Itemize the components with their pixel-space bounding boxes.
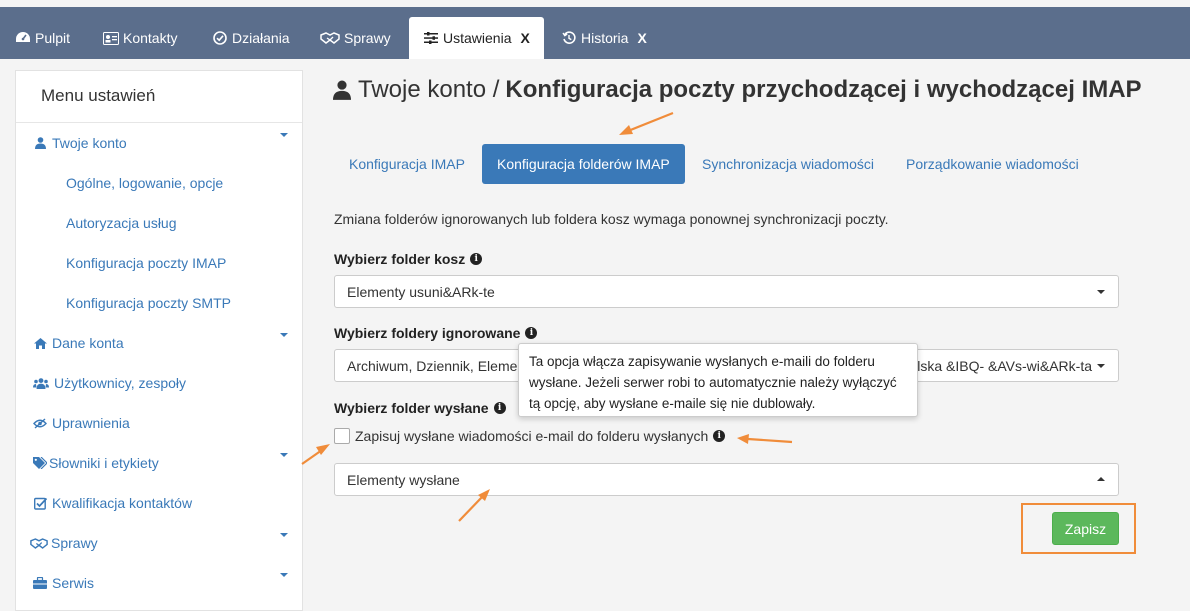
label-text: Wybierz folder kosz [334, 251, 466, 267]
tab-label: Sprawy [344, 30, 391, 46]
sidebar-item-serwis[interactable]: Serwis [16, 563, 303, 603]
tab-synchronizacja-wiadomosci[interactable]: Synchronizacja wiadomości [702, 144, 874, 184]
close-tab-button[interactable]: X [520, 30, 529, 46]
sidebar-item-label: Konfiguracja poczty IMAP [66, 255, 227, 271]
caret-down-icon [1097, 364, 1105, 368]
tab-label: Ustawienia [443, 30, 512, 46]
save-sent-checkbox-label[interactable]: Zapisuj wysłane wiadomości e-mail do fol… [355, 428, 708, 444]
sidebar-item-uprawnienia[interactable]: Uprawnienia [16, 403, 303, 443]
annotation-arrow-tab [619, 111, 674, 135]
handshake-icon [30, 536, 48, 550]
tab-sprawy[interactable]: Sprawy [320, 17, 391, 59]
tab-label: Kontakty [123, 30, 178, 46]
caret-down-icon [1097, 290, 1105, 294]
select-value: Archiwum, Dziennik, Eleme [347, 357, 518, 374]
page-title: Twoje konto / Konfiguracja poczty przych… [333, 76, 1142, 104]
sent-folder-label: Wybierz folder wysłane i [334, 400, 506, 416]
sidebar-item-sprawy[interactable]: Sprawy [16, 523, 303, 563]
tooltip-text: Ta opcja włącza zapisywanie wysłanych e-… [529, 354, 897, 411]
sidebar-item-label: Sprawy [51, 535, 98, 551]
sidebar-item-label: Serwis [52, 575, 95, 591]
user-icon [33, 136, 47, 150]
sent-folder-select[interactable]: Elementy wysłane [334, 463, 1119, 496]
user-icon [333, 80, 351, 100]
tab-porzadkowanie-wiadomosci[interactable]: Porządkowanie wiadomości [906, 144, 1079, 184]
page-title-main: Konfiguracja poczty przychodzącej i wych… [505, 76, 1142, 103]
tab-pulpit[interactable]: Pulpit [15, 17, 70, 59]
users-icon [33, 376, 49, 390]
select-value-tail: olska &IBQ- &AVs-wi&ARk-ta [909, 358, 1092, 374]
caret-up-icon [1097, 477, 1105, 481]
tab-kontakty[interactable]: Kontakty [103, 17, 177, 59]
history-icon [561, 30, 577, 46]
contact-card-icon [103, 30, 119, 46]
tab-label: Pulpit [35, 30, 71, 46]
sidebar-item-label: Konfiguracja poczty SMTP [66, 295, 231, 311]
chevron-down-icon[interactable] [280, 133, 288, 137]
home-icon [33, 336, 47, 350]
sidebar-item-label: Autoryzacja usług [66, 215, 177, 231]
dashboard-icon [15, 30, 31, 46]
tags-icon [33, 456, 47, 470]
sidebar-item-uzytkownicy[interactable]: Użytkownicy, zespoły [16, 363, 303, 403]
sidebar-item-dane-konta[interactable]: Dane konta [16, 323, 303, 363]
sidebar-item-label: Słowniki i etykiety [49, 455, 159, 471]
tab-historia[interactable]: Historia X [561, 17, 647, 59]
save-sent-checkbox[interactable] [334, 428, 350, 444]
sidebar-item-autoryzacja[interactable]: Autoryzacja usług [16, 203, 303, 243]
tab-label: Historia [581, 30, 629, 46]
info-icon[interactable]: i [713, 430, 726, 442]
tab-ustawienia[interactable]: Ustawienia X [409, 17, 544, 59]
tab-konfiguracja-folderow-imap[interactable]: Konfiguracja folderów IMAP [482, 144, 685, 184]
sync-info-text: Zmiana folderów ignorowanych lub foldera… [334, 211, 889, 227]
sidebar-item-label: Kwalifikacja kontaktów [52, 495, 193, 511]
trash-folder-select[interactable]: Elementy usuni&ARk-te [334, 275, 1119, 308]
save-sent-option: Zapisuj wysłane wiadomości e-mail do fol… [334, 428, 726, 444]
select-value: Elementy usuni&ARk-te [347, 283, 495, 300]
ignored-folders-label: Wybierz foldery ignorowane i [334, 325, 538, 341]
sidebar-item-label: Użytkownicy, zespoły [54, 375, 187, 391]
tab-konfiguracja-imap[interactable]: Konfiguracja IMAP [349, 144, 465, 184]
sidebar-item-kwalifikacja[interactable]: Kwalifikacja kontaktów [16, 483, 303, 523]
check-square-icon [33, 496, 47, 510]
settings-sidebar: Menu ustawień Twoje konto Ogólne, logowa… [15, 70, 303, 611]
top-tab-bar: Pulpit Kontakty Działania Sprawy Ustawie… [0, 7, 1190, 59]
sidebar-item-imap[interactable]: Konfiguracja poczty IMAP [16, 243, 303, 283]
briefcase-icon [33, 576, 47, 590]
tooltip: Ta opcja włącza zapisywanie wysłanych e-… [518, 343, 918, 417]
label-text: Wybierz folder wysłane [334, 400, 489, 416]
chevron-down-icon[interactable] [280, 453, 288, 457]
sidebar-item-twoje-konto[interactable]: Twoje konto [16, 123, 303, 163]
tab-label: Działania [232, 30, 290, 46]
info-icon[interactable]: i [525, 327, 538, 339]
sidebar-item-smtp[interactable]: Konfiguracja poczty SMTP [16, 283, 303, 323]
eye-slash-icon [33, 416, 47, 430]
chevron-down-icon[interactable] [280, 573, 288, 577]
sidebar-header: Menu ustawień [16, 71, 302, 123]
trash-folder-label: Wybierz folder kosz i [334, 251, 483, 267]
close-tab-button[interactable]: X [637, 30, 646, 46]
sidebar-item-label: Dane konta [52, 335, 124, 351]
info-icon[interactable]: i [493, 402, 506, 414]
sidebar-item-label: Uprawnienia [52, 415, 130, 431]
tab-dzialania[interactable]: Działania [212, 17, 290, 59]
sidebar-item-label: Ogólne, logowanie, opcje [66, 175, 224, 191]
sidebar-item-ogolne[interactable]: Ogólne, logowanie, opcje [16, 163, 303, 203]
check-circle-icon [212, 30, 228, 46]
save-button[interactable]: Zapisz [1052, 512, 1119, 545]
annotation-arrow-info-icon [737, 434, 793, 444]
sidebar-item-label: Twoje konto [52, 135, 127, 151]
label-text: Wybierz foldery ignorowane [334, 325, 521, 341]
page-title-prefix: Twoje konto / [358, 76, 500, 103]
sidebar-item-slowniki[interactable]: Słowniki i etykiety [16, 443, 303, 483]
handshake-icon [320, 30, 340, 46]
info-icon[interactable]: i [470, 253, 483, 265]
chevron-down-icon[interactable] [280, 333, 288, 337]
sliders-icon [423, 30, 439, 46]
annotation-arrow-checkbox [301, 444, 330, 465]
chevron-down-icon[interactable] [280, 533, 288, 537]
select-value: Elementy wysłane [347, 471, 460, 488]
